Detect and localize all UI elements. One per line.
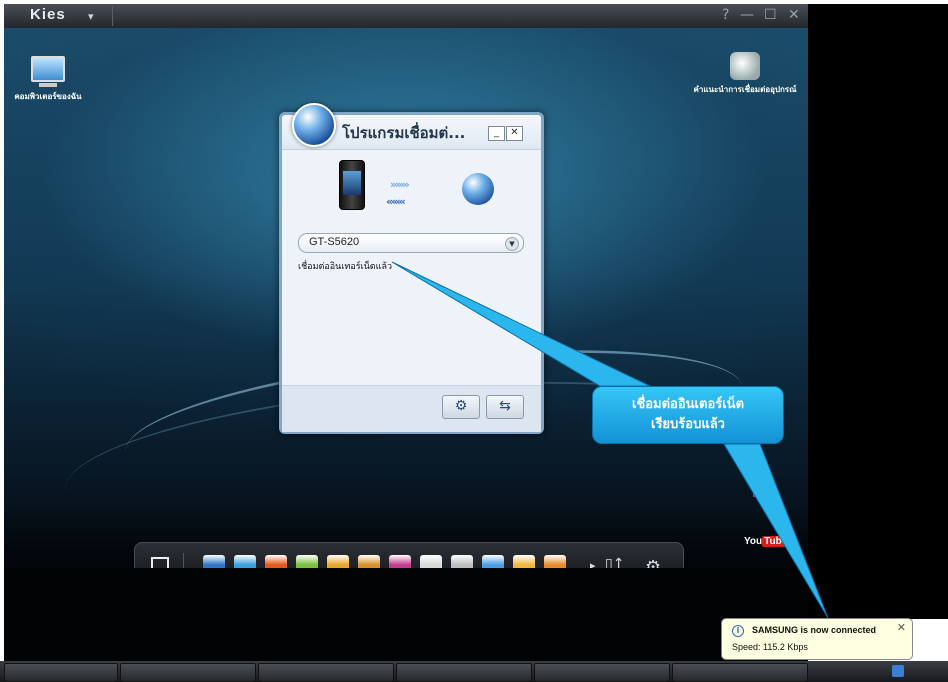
desktop-icon-label: คอมพิวเตอร์ของฉัน [14, 92, 82, 101]
disconnect-button[interactable]: ⇆ [486, 395, 524, 419]
phone-screen [343, 171, 361, 195]
monitor-stand [39, 83, 57, 87]
my-computer-shortcut[interactable]: คอมพิวเตอร์ของฉัน [8, 56, 88, 103]
connection-notification[interactable]: i SAMSUNG is now connected Speed: 115.2 … [721, 618, 913, 660]
dialog-header: โปรแกรมเชื่อมต่... _ ✕ [282, 103, 541, 150]
notification-close-button[interactable]: ✕ [897, 621, 906, 634]
desktop-icon-label: คำแนะนำการเชื่อมต่ออุปกรณ์ [693, 85, 797, 94]
notification-speed: Speed: 115.2 Kbps [732, 642, 808, 652]
arrows-left-icon: ‹‹‹‹‹‹‹ [386, 195, 406, 208]
connection-guide-shortcut[interactable]: คำแนะนำการเชื่อมต่ออุปกรณ์ [680, 52, 808, 96]
taskbar-button[interactable] [396, 663, 532, 682]
device-select[interactable]: GT-S5620 ▼ [298, 233, 524, 253]
callout-line-1: เชื่อมต่ออินเตอร์เน็ต [631, 397, 745, 412]
window-bottom [4, 568, 808, 661]
outside-area [808, 4, 948, 619]
arrows-right-icon: ››››››› [390, 178, 410, 191]
taskbar [0, 661, 948, 682]
flickr-icon[interactable]: flickr [752, 488, 778, 500]
connection-status-text: เชื่อมต่ออินเทอร์เน็ตแล้ว [298, 262, 393, 272]
globe-icon [292, 103, 336, 147]
title-separator [112, 6, 113, 26]
close-button[interactable]: ✕ [788, 7, 800, 23]
callout-line-2: เรียบร้อบแล้ว [651, 417, 725, 432]
app-menu-button[interactable]: ▾ [88, 10, 94, 23]
minimize-button[interactable]: — [740, 7, 754, 23]
notification-title: SAMSUNG is now connected [752, 625, 877, 635]
connection-guide-icon [730, 52, 760, 80]
youtube-tube: Tube [762, 536, 790, 547]
kies-window: Kies ▾ ? — ☐ ✕ คอมพิวเตอร์ของฉัน คำแนะนำ… [4, 4, 808, 661]
dialog-minimize-button[interactable]: _ [488, 126, 505, 141]
dialog-footer: ⚙ ⇆ [282, 385, 541, 432]
device-select-value: GT-S5620 [309, 236, 360, 248]
settings-button[interactable]: ⚙ [442, 395, 480, 419]
kies-tray-icon[interactable] [892, 665, 904, 677]
phone-icon [339, 160, 365, 210]
taskbar-button[interactable] [534, 663, 670, 682]
taskbar-button[interactable] [4, 663, 118, 682]
title-bar: Kies ▾ ? — ☐ ✕ [4, 4, 808, 29]
help-button[interactable]: ? [722, 7, 729, 23]
youtube-you: You [744, 536, 763, 547]
dialog-close-button[interactable]: ✕ [506, 126, 523, 141]
taskbar-button[interactable] [672, 663, 808, 682]
connection-dialog: โปรแกรมเชื่อมต่... _ ✕ ››››››› ‹‹‹‹‹‹‹ G… [279, 103, 544, 434]
youtube-icon[interactable]: You Tube [744, 536, 790, 547]
kies-logo: Kies [30, 6, 66, 23]
taskbar-button[interactable] [120, 663, 256, 682]
callout-bubble: เชื่อมต่ออินเตอร์เน็ต เรียบร้อบแล้ว [592, 386, 784, 444]
internet-globe-icon [462, 173, 494, 205]
info-icon: i [732, 625, 744, 637]
maximize-button[interactable]: ☐ [764, 7, 777, 23]
chevron-down-icon[interactable]: ▼ [505, 237, 519, 251]
taskbar-button[interactable] [258, 663, 394, 682]
my-computer-icon [31, 56, 65, 82]
dialog-title: โปรแกรมเชื่อมต่... [342, 124, 466, 142]
screen: Kies ▾ ? — ☐ ✕ คอมพิวเตอร์ของฉัน คำแนะนำ… [0, 0, 948, 682]
